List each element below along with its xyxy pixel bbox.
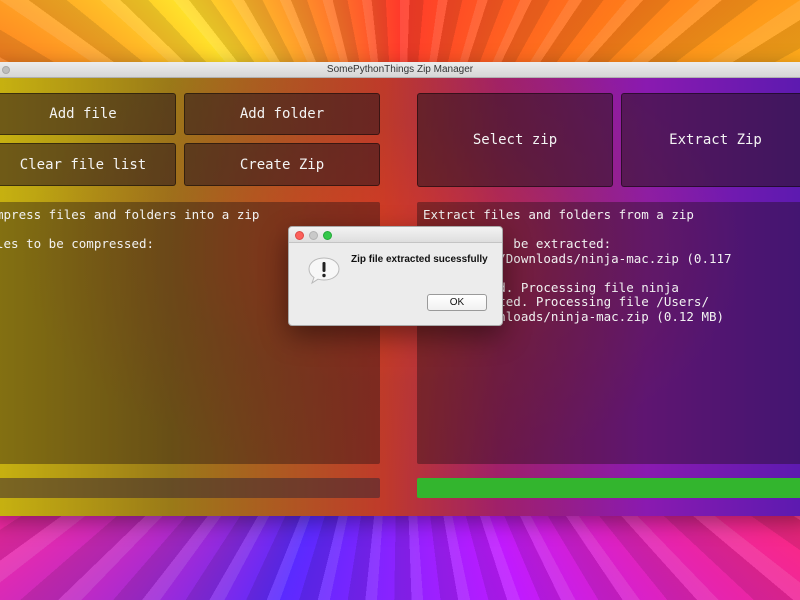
window-close-icon[interactable] bbox=[2, 66, 10, 74]
ok-button[interactable]: OK bbox=[427, 294, 487, 311]
compress-progress-bar bbox=[0, 478, 380, 498]
extract-progress-bar bbox=[417, 478, 800, 498]
dialog-minimize-icon bbox=[309, 231, 318, 240]
select-zip-button[interactable]: Select zip bbox=[417, 93, 613, 187]
extract-zip-button[interactable]: Extract Zip bbox=[621, 93, 800, 187]
window-titlebar[interactable]: SomePythonThings Zip Manager bbox=[0, 62, 800, 78]
warning-icon bbox=[308, 257, 340, 285]
create-zip-button[interactable]: Create Zip bbox=[184, 143, 380, 186]
clear-file-list-button[interactable]: Clear file list bbox=[0, 143, 176, 186]
add-file-button[interactable]: Add file bbox=[0, 93, 176, 135]
dialog-close-icon[interactable] bbox=[295, 231, 304, 240]
add-folder-button[interactable]: Add folder bbox=[184, 93, 380, 135]
window-title: SomePythonThings Zip Manager bbox=[326, 64, 474, 75]
alert-dialog: Zip file extracted sucessfully OK bbox=[288, 226, 503, 326]
dialog-titlebar[interactable] bbox=[289, 227, 502, 243]
extract-progress-fill bbox=[417, 478, 800, 498]
dialog-message: Zip file extracted sucessfully bbox=[351, 254, 488, 265]
dialog-maximize-icon[interactable] bbox=[323, 231, 332, 240]
